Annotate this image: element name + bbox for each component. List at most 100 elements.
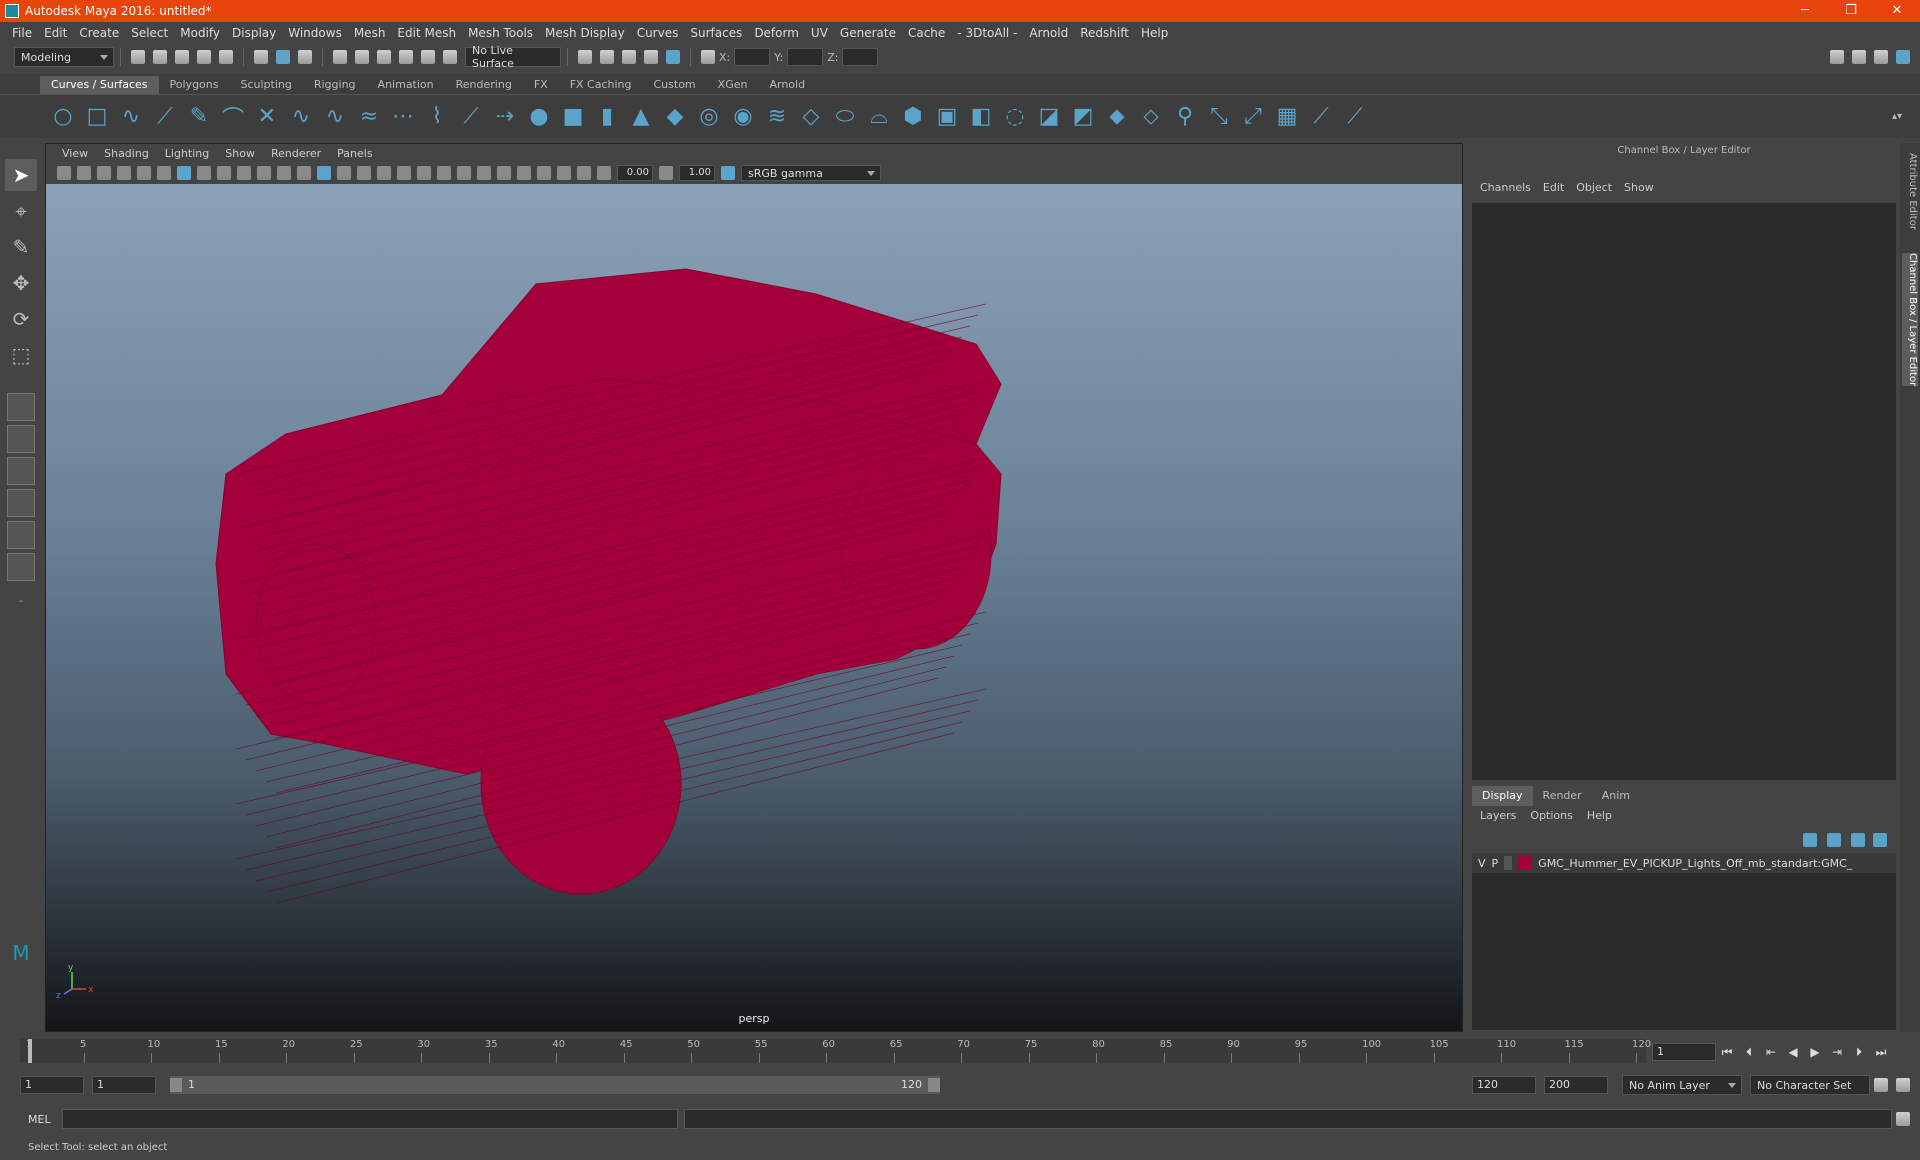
shadows-icon[interactable] [417, 166, 431, 180]
xray-components-icon[interactable] [577, 166, 591, 180]
render-frame-icon[interactable] [600, 50, 614, 64]
loft-icon[interactable]: ≋ [764, 104, 790, 130]
channel-box-menu-edit[interactable]: Edit [1537, 181, 1570, 194]
layer-menu-layers[interactable]: Layers [1472, 809, 1522, 827]
menu-mesh-tools[interactable]: Mesh Tools [462, 26, 539, 40]
nurbs-plane-icon[interactable]: ◆ [662, 104, 688, 130]
insert-isoparm-icon[interactable]: ⚲ [1172, 104, 1198, 130]
channel-box-area[interactable] [1472, 203, 1896, 780]
four-view-layout-icon[interactable] [7, 425, 35, 453]
truck-wireframe-model[interactable]: y x z [46, 184, 1462, 1031]
new-layer-icon[interactable] [1851, 833, 1865, 847]
viewport-menu-show[interactable]: Show [217, 147, 263, 160]
curve-rebuild-icon[interactable]: ∿ [322, 104, 348, 130]
select-component-icon[interactable] [298, 50, 312, 64]
square-surface-icon[interactable]: ◧ [968, 104, 994, 130]
channel-box-menu-object[interactable]: Object [1570, 181, 1618, 194]
exposure-field[interactable]: 0.00 [617, 165, 653, 181]
animation-preferences-icon[interactable] [1896, 1078, 1910, 1092]
color-management-icon[interactable] [721, 166, 735, 180]
viewport-menu-renderer[interactable]: Renderer [263, 147, 329, 160]
curve-attach-icon[interactable]: ⋯ [390, 104, 416, 130]
tab-xgen[interactable]: XGen [707, 76, 759, 94]
time-slider-track[interactable]: 1510152025303540455055606570758085909510… [20, 1039, 1651, 1063]
menu-windows[interactable]: Windows [282, 26, 348, 40]
open-scene-icon[interactable] [153, 50, 167, 64]
snap-surface-icon[interactable] [421, 50, 435, 64]
menu-surfaces[interactable]: Surfaces [684, 26, 748, 40]
shelf-scroll-icon[interactable]: ▴▾ [1884, 104, 1910, 130]
motion-blur-icon[interactable] [457, 166, 471, 180]
curve-fillet-icon[interactable]: ∿ [288, 104, 314, 130]
make-live-icon[interactable] [443, 50, 457, 64]
tab-arnold[interactable]: Arnold [758, 76, 816, 94]
tab-fx[interactable]: FX [523, 76, 559, 94]
layer-row[interactable]: V P GMC_Hummer_EV_PICKUP_Lights_Off_mb_s… [1472, 853, 1896, 873]
xray-joints-icon[interactable] [557, 166, 571, 180]
playback-start-field[interactable]: 1 [92, 1076, 156, 1094]
snap-curve-icon[interactable] [355, 50, 369, 64]
detach-surfaces-icon[interactable]: ⬦ [1138, 104, 1164, 130]
menu-deform[interactable]: Deform [748, 26, 805, 40]
select-hierarchy-icon[interactable] [254, 50, 268, 64]
persp-graph-layout-icon[interactable] [7, 489, 35, 517]
extrude-icon[interactable]: ⬭ [832, 104, 858, 130]
step-forward-key-icon[interactable]: ⇥ [1826, 1042, 1848, 1062]
single-perspective-layout-icon[interactable] [7, 393, 35, 421]
depth-of-field-icon[interactable] [497, 166, 511, 180]
viewport-menu-shading[interactable]: Shading [96, 147, 157, 160]
wireframe-icon[interactable] [317, 166, 331, 180]
step-back-frame-icon[interactable]: ⏴ [1738, 1042, 1760, 1062]
command-language-label[interactable]: MEL [0, 1113, 62, 1126]
go-to-start-icon[interactable]: ⏮ [1716, 1042, 1738, 1062]
extend-surface-icon[interactable]: ⤡ [1206, 104, 1232, 130]
curve-extend-icon[interactable]: ⇢ [492, 104, 518, 130]
more-layouts-icon[interactable]: - [5, 585, 37, 617]
undo-icon[interactable] [197, 50, 211, 64]
layer-color-swatch[interactable] [1518, 856, 1533, 870]
menu-help[interactable]: Help [1135, 26, 1174, 40]
revolve-icon[interactable]: ◉ [730, 104, 756, 130]
menu-generate[interactable]: Generate [834, 26, 902, 40]
layer-menu-options[interactable]: Options [1522, 809, 1578, 827]
time-slider[interactable]: 1510152025303540455055606570758085909510… [20, 1035, 1651, 1067]
layer-playback-toggle[interactable]: P [1492, 857, 1499, 870]
use-all-lights-icon[interactable] [397, 166, 411, 180]
play-forward-icon[interactable]: ▶ [1804, 1042, 1826, 1062]
lasso-tool-icon[interactable]: ⌖ [5, 195, 37, 227]
channel-box-toggle-icon[interactable] [1896, 50, 1910, 64]
select-tool-icon[interactable]: ➤ [5, 159, 37, 191]
snap-view-plane-icon[interactable] [399, 50, 413, 64]
tab-fx-caching[interactable]: FX Caching [559, 76, 643, 94]
snap-point-icon[interactable] [377, 50, 391, 64]
rebuild-surface-icon[interactable]: ▦ [1274, 104, 1300, 130]
camera-attributes-icon[interactable] [77, 166, 91, 180]
nurbs-cube-icon[interactable]: ■ [560, 104, 586, 130]
birail-icon[interactable]: ⌓ [866, 104, 892, 130]
persp-outliner-layout-icon[interactable] [7, 457, 35, 485]
current-frame-field[interactable]: 1 [1652, 1043, 1716, 1061]
cv-curve-icon[interactable]: ∿ [118, 104, 144, 130]
live-surface-field[interactable]: No Live Surface [465, 44, 561, 70]
menuset-dropdown[interactable]: Modeling [14, 47, 114, 67]
character-set-dropdown[interactable]: No Character Set [1750, 1075, 1870, 1095]
move-layer-up-icon[interactable] [1803, 833, 1817, 847]
menu-cache[interactable]: Cache [902, 26, 951, 40]
wireframe-on-shaded-icon[interactable] [357, 166, 371, 180]
isolate-select-icon[interactable] [517, 166, 531, 180]
persp-hypershade-layout-icon[interactable] [7, 521, 35, 549]
tab-render[interactable]: Render [1533, 786, 1592, 806]
viewport-menu-view[interactable]: View [54, 147, 96, 160]
play-backward-icon[interactable]: ◀ [1782, 1042, 1804, 1062]
auto-key-icon[interactable] [1874, 1078, 1888, 1092]
gate-mask-icon[interactable] [237, 166, 251, 180]
tab-display[interactable]: Display [1472, 786, 1533, 806]
menu-display[interactable]: Display [226, 26, 282, 40]
grease-pencil-icon[interactable] [157, 166, 171, 180]
image-plane-icon[interactable] [117, 166, 131, 180]
curve-intersect-icon[interactable]: ✕ [254, 104, 280, 130]
offset-surface-icon[interactable]: ⤢ [1240, 104, 1266, 130]
render-view-icon[interactable] [578, 50, 592, 64]
3d-scene-view[interactable]: y x z persp [46, 184, 1462, 1031]
move-tool-icon[interactable]: ✥ [5, 267, 37, 299]
